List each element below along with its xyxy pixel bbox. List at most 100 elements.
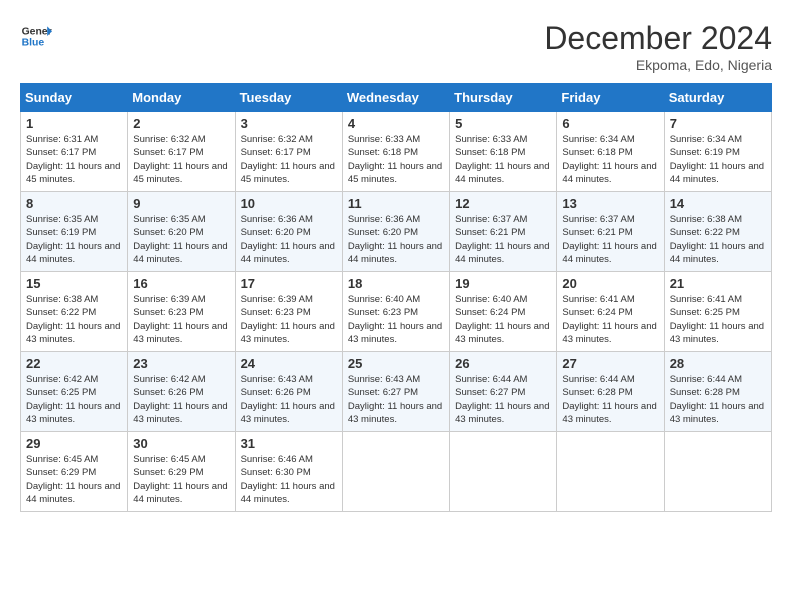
day-info: Sunrise: 6:38 AM Sunset: 6:22 PM Dayligh… xyxy=(670,213,766,266)
col-monday: Monday xyxy=(128,84,235,112)
table-row: 31 Sunrise: 6:46 AM Sunset: 6:30 PM Dayl… xyxy=(235,432,342,512)
table-row: 23 Sunrise: 6:42 AM Sunset: 6:26 PM Dayl… xyxy=(128,352,235,432)
day-number: 29 xyxy=(26,436,122,451)
day-info: Sunrise: 6:32 AM Sunset: 6:17 PM Dayligh… xyxy=(241,133,337,186)
table-row: 17 Sunrise: 6:39 AM Sunset: 6:23 PM Dayl… xyxy=(235,272,342,352)
calendar-week-2: 8 Sunrise: 6:35 AM Sunset: 6:19 PM Dayli… xyxy=(21,192,772,272)
day-number: 23 xyxy=(133,356,229,371)
day-number: 7 xyxy=(670,116,766,131)
day-number: 20 xyxy=(562,276,658,291)
day-info: Sunrise: 6:38 AM Sunset: 6:22 PM Dayligh… xyxy=(26,293,122,346)
day-number: 30 xyxy=(133,436,229,451)
day-number: 13 xyxy=(562,196,658,211)
svg-text:Blue: Blue xyxy=(22,38,45,49)
table-row: 25 Sunrise: 6:43 AM Sunset: 6:27 PM Dayl… xyxy=(342,352,449,432)
day-number: 3 xyxy=(241,116,337,131)
day-number: 9 xyxy=(133,196,229,211)
table-row: 11 Sunrise: 6:36 AM Sunset: 6:20 PM Dayl… xyxy=(342,192,449,272)
table-row: 5 Sunrise: 6:33 AM Sunset: 6:18 PM Dayli… xyxy=(450,112,557,192)
day-info: Sunrise: 6:39 AM Sunset: 6:23 PM Dayligh… xyxy=(241,293,337,346)
day-info: Sunrise: 6:33 AM Sunset: 6:18 PM Dayligh… xyxy=(348,133,444,186)
day-number: 26 xyxy=(455,356,551,371)
day-number: 10 xyxy=(241,196,337,211)
day-info: Sunrise: 6:37 AM Sunset: 6:21 PM Dayligh… xyxy=(455,213,551,266)
day-number: 12 xyxy=(455,196,551,211)
day-info: Sunrise: 6:41 AM Sunset: 6:24 PM Dayligh… xyxy=(562,293,658,346)
day-info: Sunrise: 6:43 AM Sunset: 6:27 PM Dayligh… xyxy=(348,373,444,426)
table-row: 14 Sunrise: 6:38 AM Sunset: 6:22 PM Dayl… xyxy=(664,192,771,272)
day-number: 22 xyxy=(26,356,122,371)
day-info: Sunrise: 6:46 AM Sunset: 6:30 PM Dayligh… xyxy=(241,453,337,506)
day-number: 6 xyxy=(562,116,658,131)
day-info: Sunrise: 6:35 AM Sunset: 6:19 PM Dayligh… xyxy=(26,213,122,266)
day-info: Sunrise: 6:40 AM Sunset: 6:24 PM Dayligh… xyxy=(455,293,551,346)
day-number: 11 xyxy=(348,196,444,211)
day-info: Sunrise: 6:40 AM Sunset: 6:23 PM Dayligh… xyxy=(348,293,444,346)
table-row: 22 Sunrise: 6:42 AM Sunset: 6:25 PM Dayl… xyxy=(21,352,128,432)
day-info: Sunrise: 6:32 AM Sunset: 6:17 PM Dayligh… xyxy=(133,133,229,186)
table-row: 4 Sunrise: 6:33 AM Sunset: 6:18 PM Dayli… xyxy=(342,112,449,192)
col-saturday: Saturday xyxy=(664,84,771,112)
day-info: Sunrise: 6:37 AM Sunset: 6:21 PM Dayligh… xyxy=(562,213,658,266)
table-row: 29 Sunrise: 6:45 AM Sunset: 6:29 PM Dayl… xyxy=(21,432,128,512)
day-info: Sunrise: 6:33 AM Sunset: 6:18 PM Dayligh… xyxy=(455,133,551,186)
day-info: Sunrise: 6:45 AM Sunset: 6:29 PM Dayligh… xyxy=(133,453,229,506)
calendar-week-1: 1 Sunrise: 6:31 AM Sunset: 6:17 PM Dayli… xyxy=(21,112,772,192)
day-number: 1 xyxy=(26,116,122,131)
table-row xyxy=(557,432,664,512)
col-tuesday: Tuesday xyxy=(235,84,342,112)
day-number: 4 xyxy=(348,116,444,131)
col-wednesday: Wednesday xyxy=(342,84,449,112)
day-number: 16 xyxy=(133,276,229,291)
table-row: 28 Sunrise: 6:44 AM Sunset: 6:28 PM Dayl… xyxy=(664,352,771,432)
calendar-table: Sunday Monday Tuesday Wednesday Thursday… xyxy=(20,83,772,512)
day-number: 27 xyxy=(562,356,658,371)
table-row: 24 Sunrise: 6:43 AM Sunset: 6:26 PM Dayl… xyxy=(235,352,342,432)
table-row: 9 Sunrise: 6:35 AM Sunset: 6:20 PM Dayli… xyxy=(128,192,235,272)
day-number: 21 xyxy=(670,276,766,291)
day-number: 24 xyxy=(241,356,337,371)
day-number: 28 xyxy=(670,356,766,371)
location: Ekpoma, Edo, Nigeria xyxy=(544,57,772,73)
day-info: Sunrise: 6:34 AM Sunset: 6:19 PM Dayligh… xyxy=(670,133,766,186)
table-row: 6 Sunrise: 6:34 AM Sunset: 6:18 PM Dayli… xyxy=(557,112,664,192)
day-info: Sunrise: 6:43 AM Sunset: 6:26 PM Dayligh… xyxy=(241,373,337,426)
day-info: Sunrise: 6:31 AM Sunset: 6:17 PM Dayligh… xyxy=(26,133,122,186)
day-number: 31 xyxy=(241,436,337,451)
table-row: 20 Sunrise: 6:41 AM Sunset: 6:24 PM Dayl… xyxy=(557,272,664,352)
day-info: Sunrise: 6:45 AM Sunset: 6:29 PM Dayligh… xyxy=(26,453,122,506)
table-row: 7 Sunrise: 6:34 AM Sunset: 6:19 PM Dayli… xyxy=(664,112,771,192)
title-block: December 2024 Ekpoma, Edo, Nigeria xyxy=(544,20,772,73)
logo: General Blue xyxy=(20,20,52,52)
table-row: 1 Sunrise: 6:31 AM Sunset: 6:17 PM Dayli… xyxy=(21,112,128,192)
calendar-week-3: 15 Sunrise: 6:38 AM Sunset: 6:22 PM Dayl… xyxy=(21,272,772,352)
day-info: Sunrise: 6:41 AM Sunset: 6:25 PM Dayligh… xyxy=(670,293,766,346)
table-row: 18 Sunrise: 6:40 AM Sunset: 6:23 PM Dayl… xyxy=(342,272,449,352)
day-number: 8 xyxy=(26,196,122,211)
table-row: 2 Sunrise: 6:32 AM Sunset: 6:17 PM Dayli… xyxy=(128,112,235,192)
table-row: 13 Sunrise: 6:37 AM Sunset: 6:21 PM Dayl… xyxy=(557,192,664,272)
table-row: 15 Sunrise: 6:38 AM Sunset: 6:22 PM Dayl… xyxy=(21,272,128,352)
table-row: 10 Sunrise: 6:36 AM Sunset: 6:20 PM Dayl… xyxy=(235,192,342,272)
day-info: Sunrise: 6:44 AM Sunset: 6:27 PM Dayligh… xyxy=(455,373,551,426)
day-number: 2 xyxy=(133,116,229,131)
month-title: December 2024 xyxy=(544,20,772,57)
table-row: 12 Sunrise: 6:37 AM Sunset: 6:21 PM Dayl… xyxy=(450,192,557,272)
table-row: 19 Sunrise: 6:40 AM Sunset: 6:24 PM Dayl… xyxy=(450,272,557,352)
table-row xyxy=(664,432,771,512)
table-row: 26 Sunrise: 6:44 AM Sunset: 6:27 PM Dayl… xyxy=(450,352,557,432)
table-row xyxy=(450,432,557,512)
table-row: 21 Sunrise: 6:41 AM Sunset: 6:25 PM Dayl… xyxy=(664,272,771,352)
table-row: 27 Sunrise: 6:44 AM Sunset: 6:28 PM Dayl… xyxy=(557,352,664,432)
col-friday: Friday xyxy=(557,84,664,112)
table-row xyxy=(342,432,449,512)
calendar-header-row: Sunday Monday Tuesday Wednesday Thursday… xyxy=(21,84,772,112)
day-info: Sunrise: 6:39 AM Sunset: 6:23 PM Dayligh… xyxy=(133,293,229,346)
day-info: Sunrise: 6:42 AM Sunset: 6:26 PM Dayligh… xyxy=(133,373,229,426)
table-row: 8 Sunrise: 6:35 AM Sunset: 6:19 PM Dayli… xyxy=(21,192,128,272)
table-row: 3 Sunrise: 6:32 AM Sunset: 6:17 PM Dayli… xyxy=(235,112,342,192)
col-thursday: Thursday xyxy=(450,84,557,112)
day-number: 15 xyxy=(26,276,122,291)
day-info: Sunrise: 6:36 AM Sunset: 6:20 PM Dayligh… xyxy=(241,213,337,266)
day-info: Sunrise: 6:42 AM Sunset: 6:25 PM Dayligh… xyxy=(26,373,122,426)
